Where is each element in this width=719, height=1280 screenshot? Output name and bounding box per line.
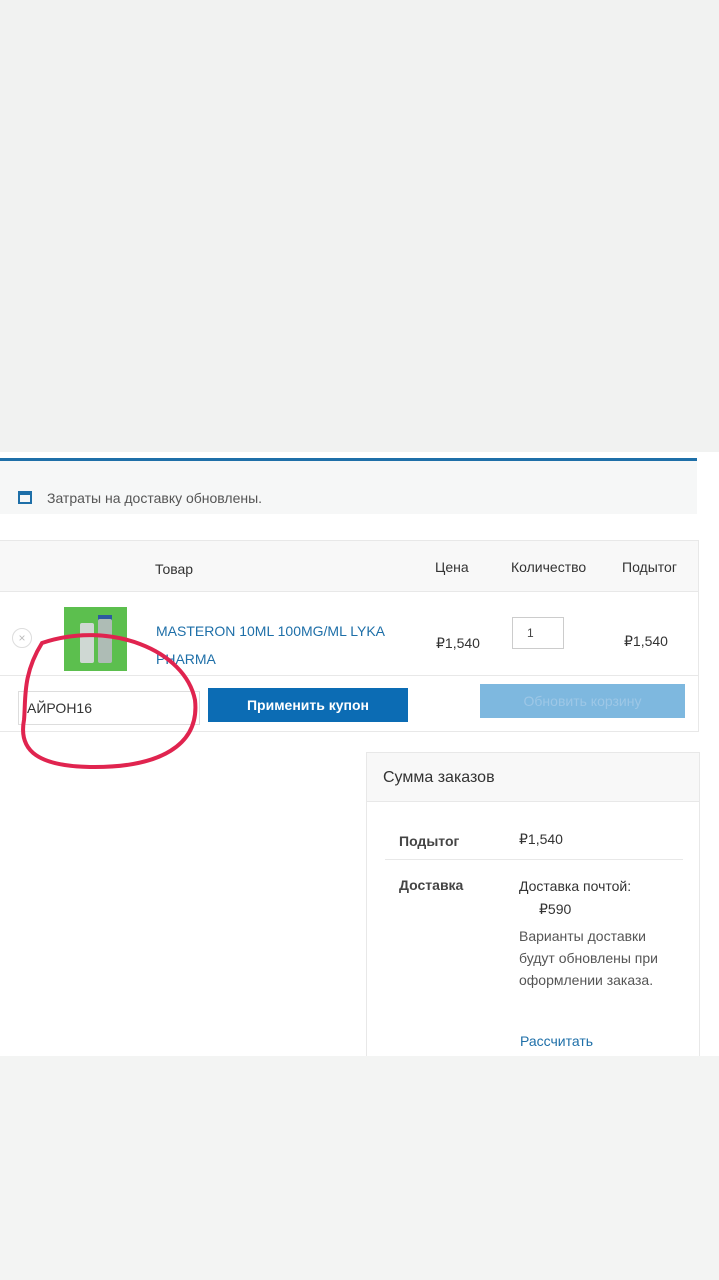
notice-text: Затраты на доставку обновлены. bbox=[47, 490, 263, 506]
quantity-input[interactable] bbox=[512, 617, 564, 649]
photo-background-top bbox=[0, 0, 719, 452]
product-thumbnail[interactable] bbox=[64, 607, 127, 671]
shipping-label: Доставка bbox=[399, 877, 464, 893]
shipping-cost: ₽590 bbox=[539, 901, 572, 917]
header-subtotal: Подытог bbox=[622, 559, 677, 575]
header-quantity: Количество bbox=[511, 559, 587, 575]
vial-shape bbox=[98, 619, 112, 663]
product-name-link[interactable]: MASTERON 10ML 100MG/ML LYKA PHARMA bbox=[156, 617, 406, 673]
row-divider bbox=[0, 675, 698, 676]
header-price: Цена bbox=[435, 559, 469, 575]
cart-totals-header: Сумма заказов bbox=[367, 753, 699, 802]
cart-table-header: Товар Цена Количество Подытог bbox=[0, 541, 698, 592]
remove-item-icon[interactable]: × bbox=[12, 628, 32, 648]
photo-background-bottom bbox=[0, 1056, 719, 1280]
shipping-note: Варианты доставки будут обновлены при оф… bbox=[519, 928, 658, 988]
cart-page: Затраты на доставку обновлены. Товар Цен… bbox=[0, 452, 719, 1062]
shipping-method: Доставка почтой: bbox=[519, 878, 632, 894]
cart-totals-title: Сумма заказов bbox=[383, 769, 495, 786]
cart-totals: Сумма заказов Подытог ₽1,540 Доставка До… bbox=[366, 752, 700, 1062]
subtotal-value: ₽1,540 bbox=[519, 831, 563, 847]
calculate-shipping-link[interactable]: Рассчитать bbox=[520, 1033, 593, 1049]
totals-divider bbox=[385, 859, 683, 860]
vial-shape bbox=[80, 623, 94, 663]
coupon-code-input[interactable] bbox=[18, 691, 200, 725]
window-icon bbox=[18, 491, 32, 504]
header-product: Товар bbox=[155, 561, 194, 577]
shipping-updated-notice: Затраты на доставку обновлены. bbox=[0, 458, 697, 514]
update-cart-button[interactable]: Обновить корзину bbox=[480, 684, 685, 718]
apply-coupon-button[interactable]: Применить купон bbox=[208, 688, 408, 722]
cart-table: Товар Цена Количество Подытог × MASTERON… bbox=[0, 540, 699, 732]
item-price: ₽1,540 bbox=[436, 635, 480, 651]
subtotal-label: Подытог bbox=[399, 833, 460, 849]
item-subtotal: ₽1,540 bbox=[624, 633, 668, 649]
